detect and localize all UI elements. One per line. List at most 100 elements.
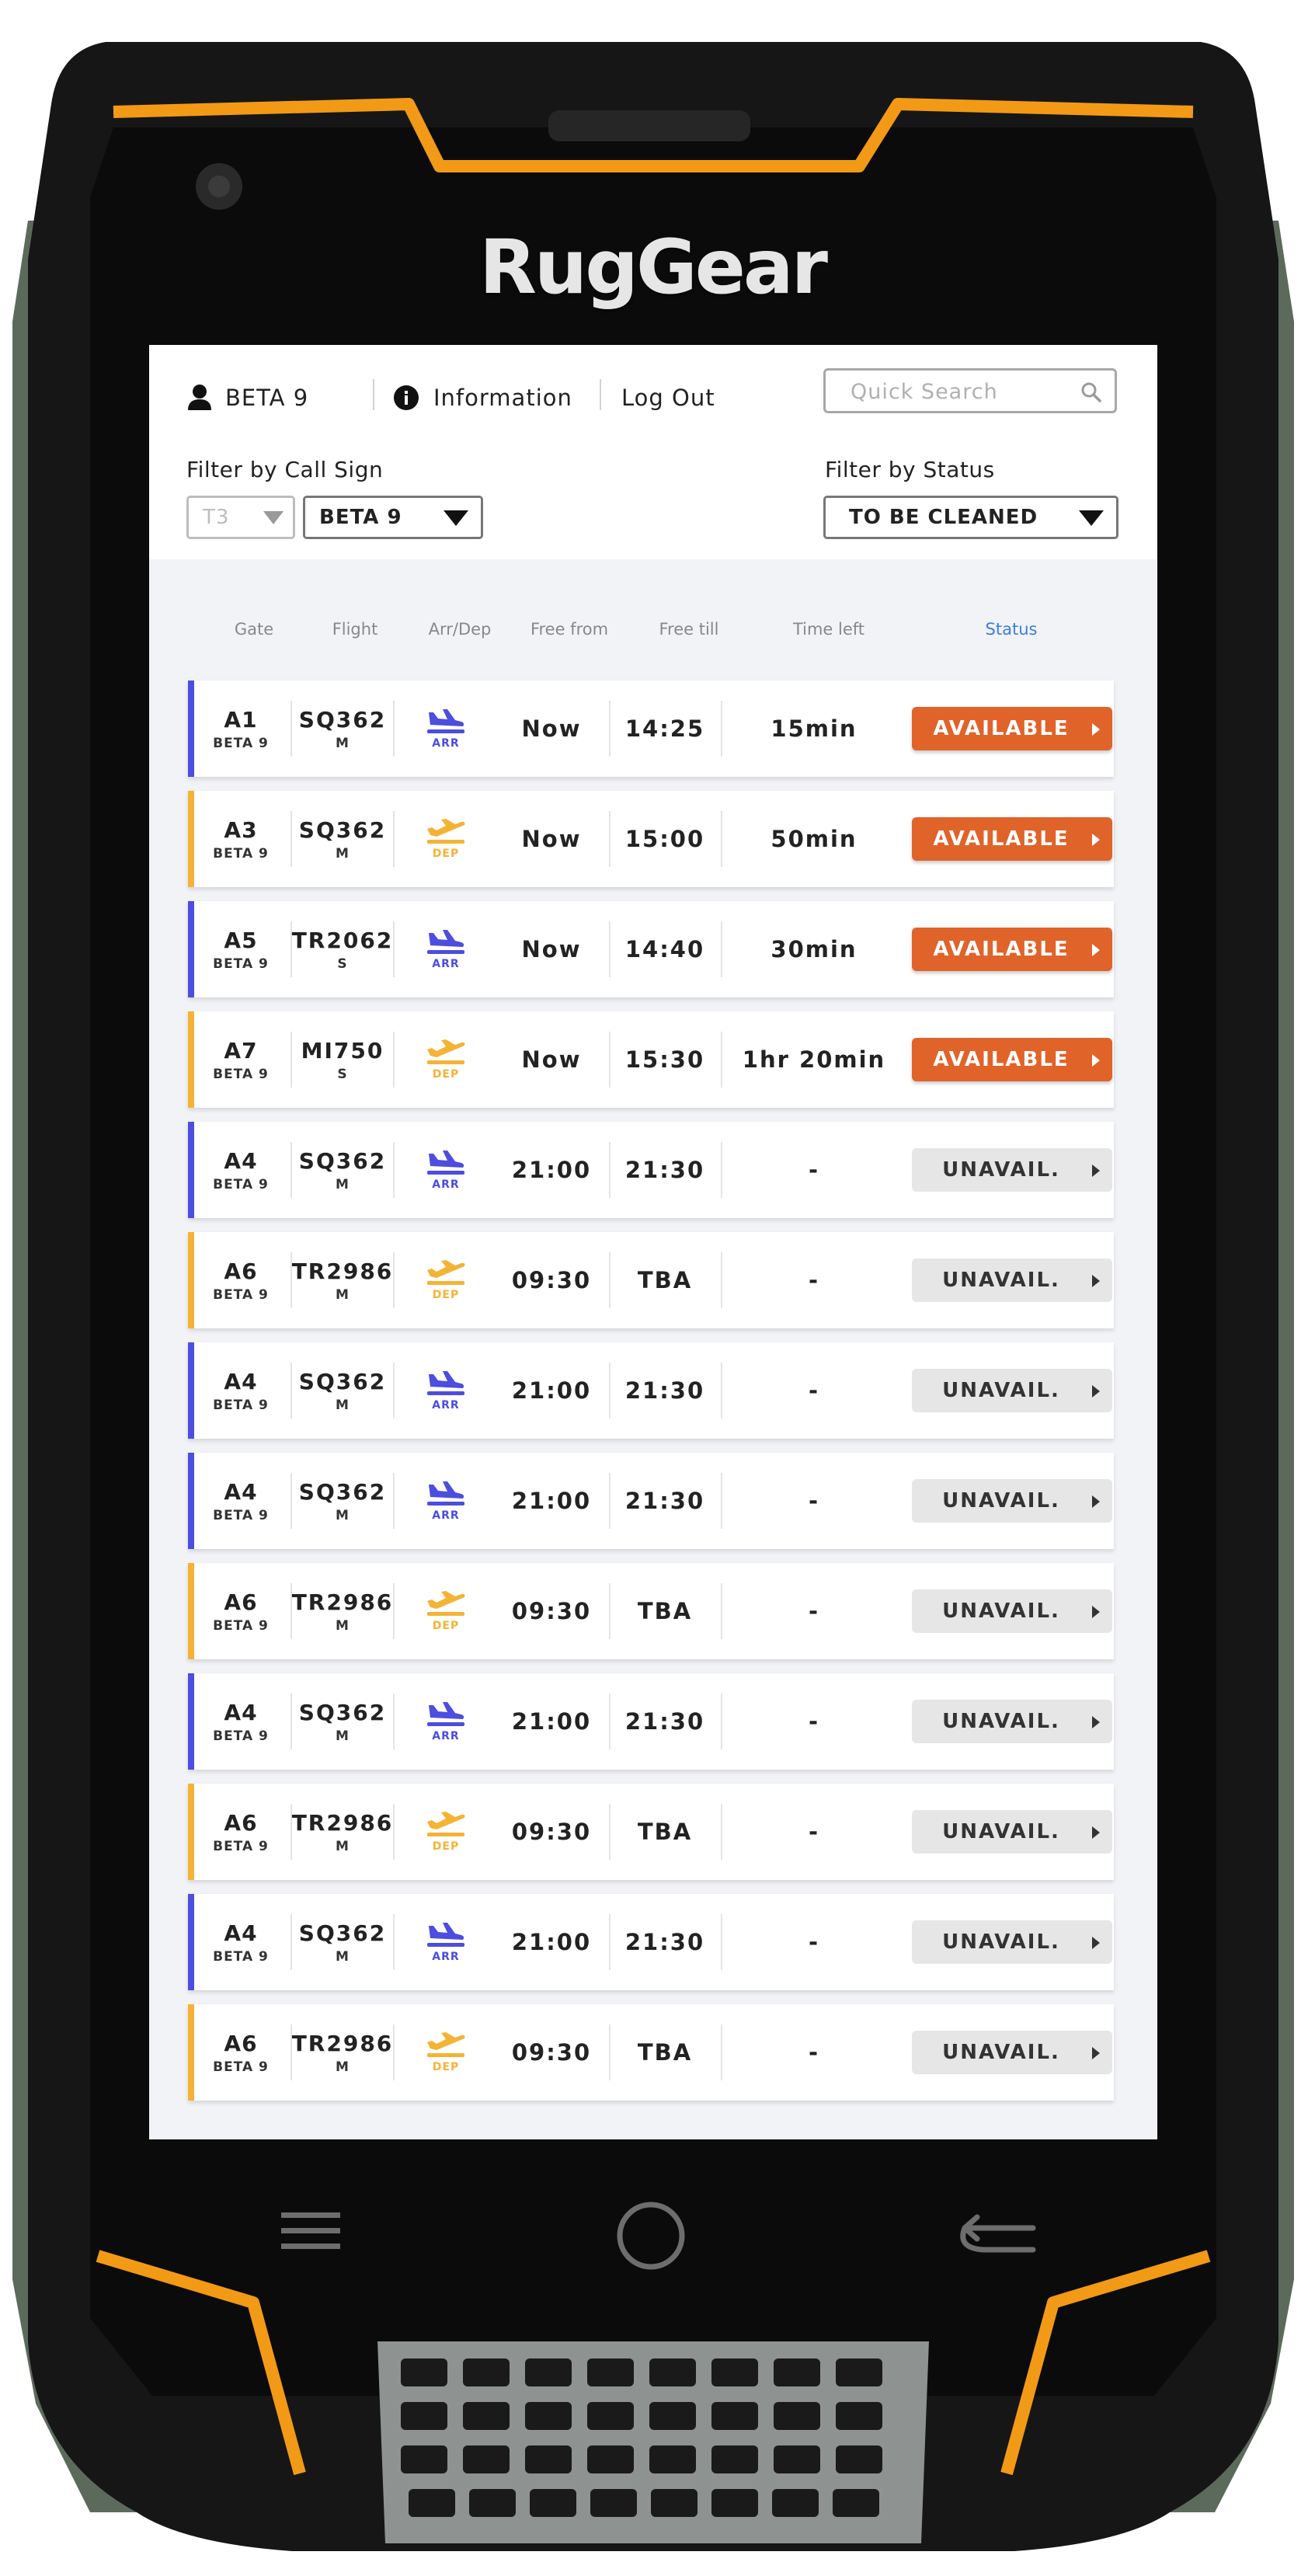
table-row[interactable]: A4 BETA 9 SQ362 M ARR 21:00 21:30 - UNAV… xyxy=(188,1453,1114,1549)
status-button[interactable]: UNAVAIL. xyxy=(912,1369,1112,1412)
free-till-cell: TBA xyxy=(612,1232,718,1328)
status-button[interactable]: UNAVAIL. xyxy=(912,1589,1112,1633)
time-left: - xyxy=(808,1598,820,1624)
information-link[interactable]: Information xyxy=(393,379,572,416)
gate-callsign: BETA 9 xyxy=(213,1397,269,1413)
divider xyxy=(609,701,611,757)
back-icon[interactable] xyxy=(952,2212,1038,2259)
divider xyxy=(609,1804,611,1860)
call-sign-filter-label: Filter by Call Sign xyxy=(186,457,384,482)
time-left-cell: 50min xyxy=(725,791,903,887)
menu-icon[interactable] xyxy=(278,2208,343,2254)
terminal-value: T3 xyxy=(203,506,230,529)
status-button[interactable]: UNAVAIL. xyxy=(912,1700,1112,1743)
gate-callsign: BETA 9 xyxy=(213,735,269,751)
table-row[interactable]: A6 BETA 9 TR2986 M DEP 09:30 TBA - UNAVA… xyxy=(188,1563,1114,1659)
gate-callsign: BETA 9 xyxy=(213,845,269,862)
divider xyxy=(600,379,601,410)
table-row[interactable]: A6 BETA 9 TR2986 M DEP 09:30 TBA - UNAVA… xyxy=(188,1232,1114,1328)
gate-callsign: BETA 9 xyxy=(213,956,269,972)
free-from: 21:00 xyxy=(511,1929,592,1955)
flight-number: TR2986 xyxy=(291,1589,394,1615)
caret-right-icon xyxy=(1092,1606,1100,1618)
flight-cell: TR2986 M xyxy=(291,1563,394,1659)
user-menu[interactable]: BETA 9 xyxy=(186,379,308,416)
table-row[interactable]: A3 BETA 9 SQ362 M DEP Now 15:00 50min AV… xyxy=(188,791,1114,887)
table-row[interactable]: A6 BETA 9 TR2986 M DEP 09:30 TBA - UNAVA… xyxy=(188,1784,1114,1880)
table-row[interactable]: A5 BETA 9 TR2062 S ARR Now 14:40 30min A… xyxy=(188,901,1114,997)
time-left: - xyxy=(808,1819,820,1845)
aircraft-size: M xyxy=(336,1507,350,1523)
free-till: 14:40 xyxy=(624,936,705,963)
free-till: 21:30 xyxy=(624,1929,705,1955)
table-row[interactable]: A6 BETA 9 TR2986 M DEP 09:30 TBA - UNAVA… xyxy=(188,2004,1114,2101)
flight-number: SQ362 xyxy=(298,1699,387,1725)
direction-label: ARR xyxy=(432,737,460,750)
table-row[interactable]: A4 BETA 9 SQ362 M ARR 21:00 21:30 - UNAV… xyxy=(188,1673,1114,1770)
caret-right-icon xyxy=(1092,1054,1100,1067)
logout-link[interactable]: Log Out xyxy=(621,379,715,416)
status-button[interactable]: AVAILABLE xyxy=(912,707,1112,750)
time-left-cell: 15min xyxy=(725,681,903,777)
divider xyxy=(393,1363,395,1419)
time-left-cell: 1hr 20min xyxy=(725,1011,903,1108)
time-left: - xyxy=(808,1488,820,1514)
table-row[interactable]: A4 BETA 9 SQ362 M ARR 21:00 21:30 - UNAV… xyxy=(188,1894,1114,1990)
free-till-cell: 21:30 xyxy=(612,1673,718,1770)
divider xyxy=(393,1032,395,1088)
free-from-cell: 21:00 xyxy=(497,1894,606,1990)
flight-number: SQ362 xyxy=(298,706,387,733)
caret-right-icon xyxy=(1092,944,1100,956)
status-button[interactable]: UNAVAIL. xyxy=(912,2031,1112,2074)
direction-cell: DEP xyxy=(396,1563,496,1659)
app-screen: BETA 9 Information Log Out Quick Search … xyxy=(149,345,1157,2139)
status-button[interactable]: AVAILABLE xyxy=(912,817,1112,861)
direction-label: DEP xyxy=(432,848,460,860)
flight-cell: SQ362 M xyxy=(294,1673,391,1770)
status-label: UNAVAIL. xyxy=(942,1158,1060,1182)
table-row[interactable]: A1 BETA 9 SQ362 M ARR Now 14:25 15min AV… xyxy=(188,681,1114,777)
status-button[interactable]: UNAVAIL. xyxy=(912,1148,1112,1192)
status-label: UNAVAIL. xyxy=(942,1489,1060,1513)
direction-cell: ARR xyxy=(396,901,496,997)
free-from: 09:30 xyxy=(511,2039,592,2066)
status-label: UNAVAIL. xyxy=(942,1930,1060,1954)
status-button[interactable]: UNAVAIL. xyxy=(912,1258,1112,1302)
flight-number: SQ362 xyxy=(298,1920,387,1946)
status-button[interactable]: UNAVAIL. xyxy=(912,1810,1112,1854)
divider xyxy=(290,1363,292,1419)
plane-takeoff-icon xyxy=(427,1039,465,1064)
time-left: - xyxy=(808,2039,820,2066)
divider xyxy=(609,1473,611,1529)
home-icon[interactable] xyxy=(614,2198,688,2273)
free-till-cell: TBA xyxy=(612,2004,718,2101)
call-sign-select[interactable]: BETA 9 xyxy=(303,496,483,539)
time-left: - xyxy=(808,1267,820,1293)
flight-number: TR2062 xyxy=(291,927,394,953)
table-row[interactable]: A7 BETA 9 MI750 S DEP Now 15:30 1hr 20mi… xyxy=(188,1011,1114,1108)
status-button[interactable]: AVAILABLE xyxy=(912,928,1112,971)
status-button[interactable]: UNAVAIL. xyxy=(912,1920,1112,1964)
status-button[interactable]: UNAVAIL. xyxy=(912,1479,1112,1523)
divider xyxy=(609,811,611,867)
free-from: 09:30 xyxy=(511,1598,592,1624)
status-select[interactable]: TO BE CLEANED xyxy=(823,496,1118,539)
free-till: TBA xyxy=(637,1598,693,1624)
divider xyxy=(290,811,292,867)
divider xyxy=(290,1694,292,1749)
status-label: UNAVAIL. xyxy=(942,1600,1060,1623)
table-row[interactable]: A4 BETA 9 SQ362 M ARR 21:00 21:30 - UNAV… xyxy=(188,1342,1114,1439)
free-from-cell: 21:00 xyxy=(497,1122,606,1218)
status-button[interactable]: AVAILABLE xyxy=(912,1038,1112,1081)
caret-right-icon xyxy=(1092,1716,1100,1728)
aircraft-size: M xyxy=(336,1728,350,1744)
plane-takeoff-icon xyxy=(427,1591,465,1616)
table-row[interactable]: A4 BETA 9 SQ362 M ARR 21:00 21:30 - UNAV… xyxy=(188,1122,1114,1218)
divider xyxy=(609,1583,611,1639)
plane-landing-icon xyxy=(427,930,464,954)
plane-takeoff-icon xyxy=(427,1260,465,1285)
gate-id: A5 xyxy=(224,927,258,953)
direction-label: ARR xyxy=(432,1178,460,1191)
quick-search-input[interactable]: Quick Search xyxy=(823,368,1117,413)
terminal-select[interactable]: T3 xyxy=(186,496,295,539)
